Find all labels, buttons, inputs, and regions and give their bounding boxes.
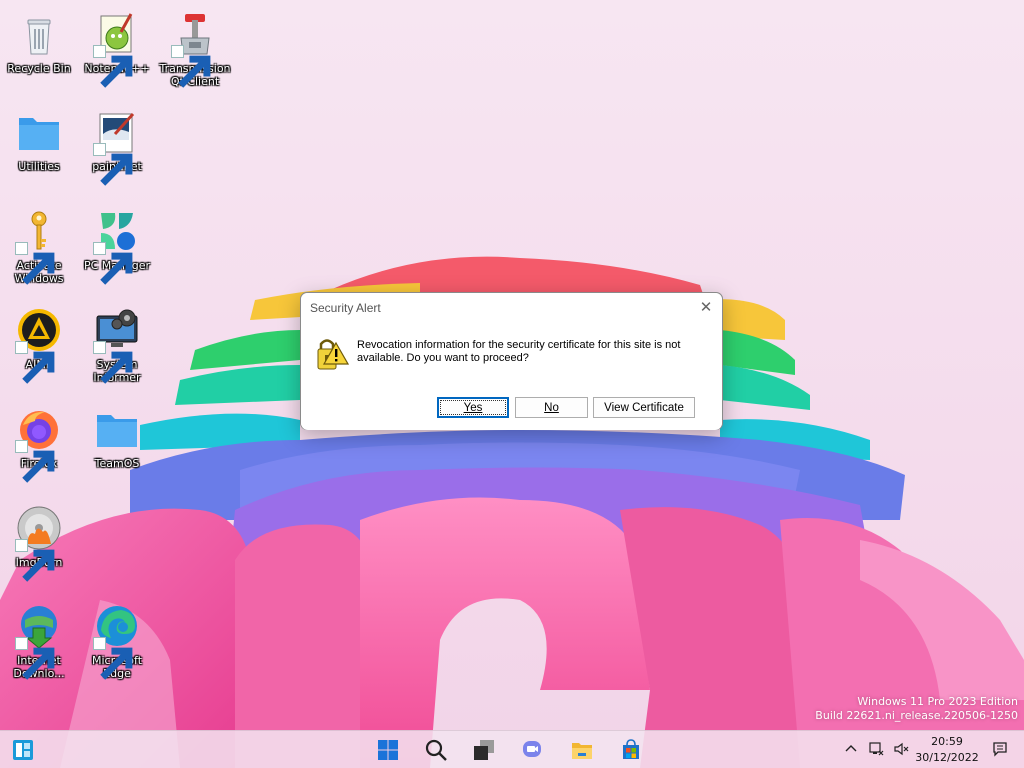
start-icon[interactable] — [373, 735, 403, 765]
network-icon[interactable] — [866, 739, 886, 759]
desktop-icon-internet-download-manager[interactable]: Internet Downlo... — [0, 596, 78, 686]
chat-icon[interactable] — [517, 735, 547, 765]
shortcut-arrow-icon — [93, 45, 133, 88]
security-warning-icon — [317, 339, 349, 370]
paint-net-icon — [93, 108, 141, 186]
shortcut-arrow-icon — [93, 637, 133, 680]
view-certificate-button[interactable]: View Certificate — [593, 397, 695, 418]
watermark-edition: Windows 11 Pro 2023 Edition — [857, 695, 1018, 708]
dialog-titlebar[interactable]: Security Alert ✕ — [301, 293, 722, 322]
chevron-up-icon[interactable] — [841, 739, 861, 759]
key-icon — [15, 207, 63, 285]
desktop-icon-firefox[interactable]: Firefox — [0, 399, 78, 489]
edge-icon — [93, 602, 141, 680]
transmission-icon — [171, 10, 219, 88]
desktop-icon-teamos[interactable]: TeamOS — [78, 399, 156, 489]
taskbar: 20:59 30/12/2022 — [0, 730, 1024, 768]
desktop-icon-paint-net[interactable]: paint.net — [78, 102, 156, 192]
notifications-icon[interactable] — [990, 739, 1010, 759]
desktop-icon-aimp[interactable]: AIMP — [0, 300, 78, 390]
watermark-build: Build 22621.ni_release.220506-1250 — [815, 709, 1018, 722]
shortcut-arrow-icon — [15, 341, 55, 384]
aimp-icon — [15, 306, 63, 384]
shortcut-arrow-icon — [15, 440, 55, 483]
desktop-icon-transmission[interactable]: Transmission Qt Client — [156, 4, 234, 94]
file-explorer-icon[interactable] — [567, 735, 597, 765]
folder-icon — [15, 108, 63, 156]
desktop-icon-imgburn[interactable]: ImgBurn — [0, 498, 78, 588]
firefox-icon — [15, 405, 63, 483]
widgets-icon[interactable] — [8, 735, 38, 765]
clock-date: 30/12/2022 — [915, 751, 979, 764]
shortcut-arrow-icon — [15, 539, 55, 582]
speaker-muted-icon[interactable] — [891, 739, 911, 759]
desktop-icon-system-informer[interactable]: System Informer — [78, 300, 156, 390]
desktop-icon-microsoft-edge[interactable]: Microsoft Edge — [78, 596, 156, 686]
imgburn-icon — [15, 504, 63, 582]
internet-download-manager-icon — [15, 602, 63, 680]
dialog-title: Security Alert — [310, 301, 381, 315]
recycle-bin-icon — [15, 10, 63, 58]
yes-button[interactable]: Yes — [437, 397, 509, 418]
security-alert-dialog: Security Alert ✕ Revocation information … — [300, 292, 723, 430]
system-informer-icon — [93, 306, 141, 384]
microsoft-store-icon[interactable] — [616, 735, 646, 765]
task-view-icon[interactable] — [469, 735, 499, 765]
windows-edition-watermark: Windows 11 Pro 2023 Edition Build 22621.… — [815, 695, 1018, 723]
folder-icon — [93, 405, 141, 453]
no-button-label: No — [544, 401, 559, 414]
desktop-icon-label: TeamOS — [94, 457, 140, 470]
shortcut-arrow-icon — [93, 341, 133, 384]
shortcut-arrow-icon — [93, 242, 133, 285]
taskbar-clock[interactable]: 20:59 30/12/2022 — [912, 734, 982, 766]
dialog-message: Revocation information for the security … — [357, 339, 681, 364]
desktop-icon-label: Utilities — [18, 160, 60, 173]
desktop-icon-utilities[interactable]: Utilities — [0, 102, 78, 192]
shortcut-arrow-icon — [15, 242, 55, 285]
desktop-icon-label: Recycle Bin — [7, 62, 71, 75]
notepad-plus-plus-icon — [93, 10, 141, 88]
pc-manager-icon — [93, 207, 141, 285]
view-certificate-button-label: View Certificate — [604, 401, 684, 414]
desktop-icon-pc-manager[interactable]: PC Manager — [78, 201, 156, 291]
clock-time: 20:59 — [931, 735, 963, 748]
shortcut-arrow-icon — [93, 143, 133, 186]
no-button[interactable]: No — [515, 397, 588, 418]
shortcut-arrow-icon — [171, 45, 211, 88]
yes-button-label: Yes — [463, 401, 483, 414]
shortcut-arrow-icon — [15, 637, 55, 680]
desktop-icon-activate-windows[interactable]: Activate Windows — [0, 201, 78, 291]
close-icon[interactable]: ✕ — [696, 297, 716, 317]
desktop-icon-recycle-bin[interactable]: Recycle Bin — [0, 4, 78, 94]
search-icon[interactable] — [421, 735, 451, 765]
desktop-icon-notepad-plus-plus[interactable]: Notepad++ — [78, 4, 156, 94]
